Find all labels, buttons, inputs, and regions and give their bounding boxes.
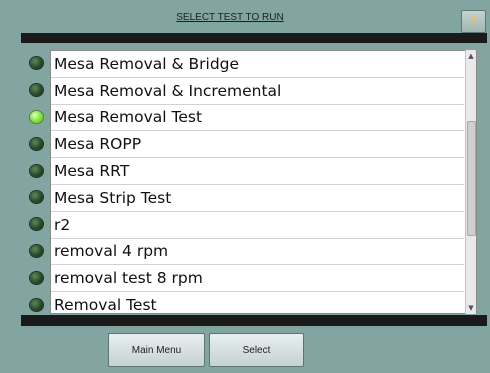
status-led-off-icon [29,164,43,177]
top-divider-bar [21,33,487,43]
test-list-item[interactable]: removal test 8 rpm [51,265,464,293]
led-cell [28,77,44,104]
status-led-column [28,50,44,318]
scroll-down-arrow-icon[interactable]: ▼ [466,302,476,314]
status-led-off-icon [29,271,43,284]
list-scrollbar[interactable]: ▲ ▼ [465,50,476,314]
status-led-off-icon [29,218,43,231]
led-cell [28,50,44,77]
select-button[interactable]: Select [209,333,304,367]
led-cell [28,157,44,184]
test-list[interactable]: Mesa Removal & Bridge Mesa Removal & Incr… [50,50,477,314]
main-menu-button[interactable]: Main Menu [108,333,205,367]
status-led-off-icon [29,244,43,257]
page-title: SELECT TEST TO RUN [176,12,284,23]
test-list-rows: Mesa Removal & Bridge Mesa Removal & Incr… [51,51,464,313]
test-list-item[interactable]: Mesa Removal Test [51,105,464,132]
led-cell [28,291,44,318]
test-list-item[interactable]: Removal Test [51,292,464,313]
status-led-off-icon [29,57,43,70]
test-list-item[interactable]: Mesa ROPP [51,131,464,159]
led-cell [28,238,44,265]
test-list-item[interactable]: Mesa Removal & Incremental [51,78,464,105]
scrollbar-thumb[interactable] [467,121,476,236]
test-list-item[interactable]: Mesa RRT [51,158,464,185]
scroll-up-arrow-icon[interactable]: ▲ [466,50,476,62]
test-list-item[interactable]: removal 4 rpm [51,239,464,266]
status-led-on-icon [29,110,43,123]
led-cell [28,211,44,238]
test-list-item[interactable]: r2 [51,212,464,239]
status-led-off-icon [29,191,43,204]
test-list-item[interactable]: Mesa Removal & Bridge [51,51,464,78]
help-button[interactable]: ? [461,10,486,33]
status-led-off-icon [29,137,43,150]
led-cell [28,184,44,211]
bottom-divider-bar [21,315,487,326]
status-led-off-icon [29,298,43,311]
led-cell [28,264,44,291]
test-list-item[interactable]: Mesa Strip Test [51,185,464,212]
status-led-off-icon [29,84,43,97]
led-cell [28,104,44,131]
led-cell [28,130,44,157]
